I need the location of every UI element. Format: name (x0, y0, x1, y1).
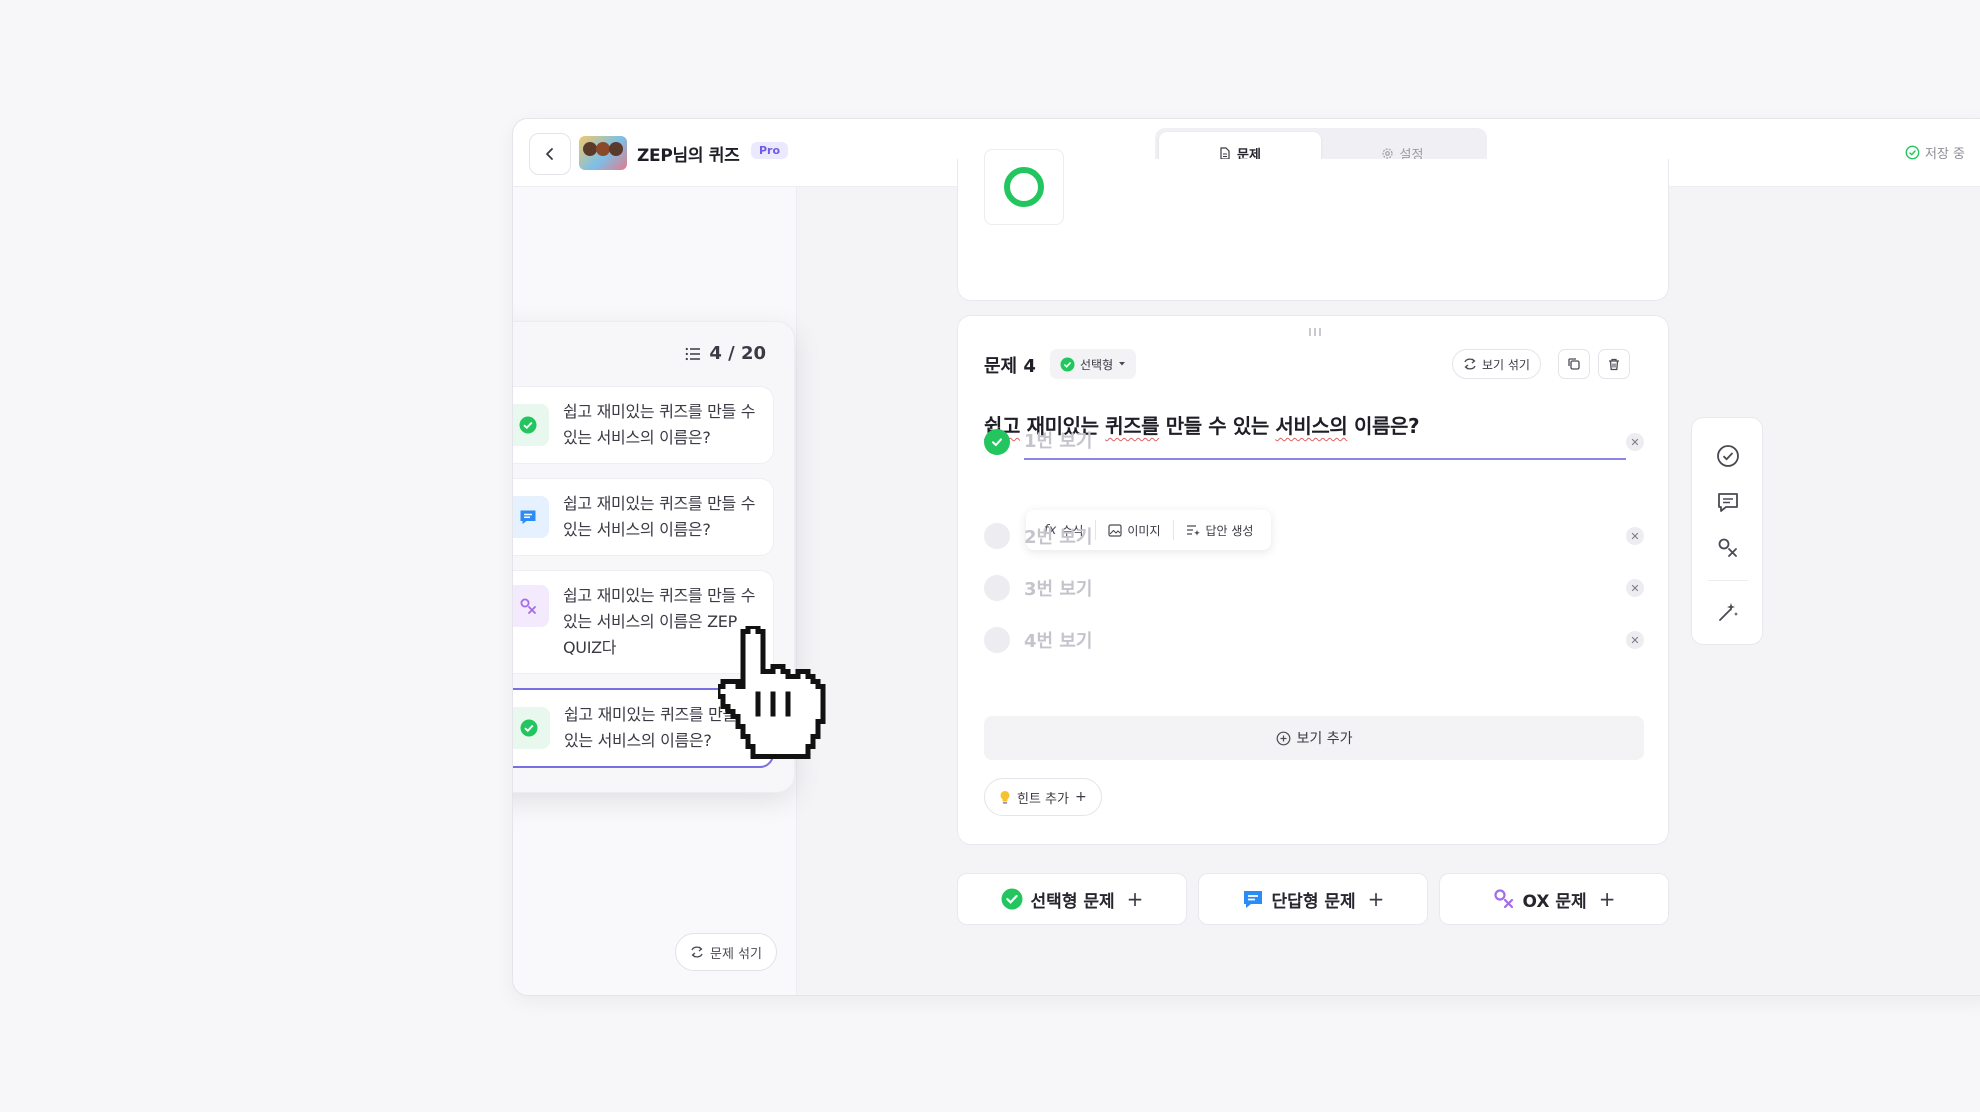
question-count[interactable]: 4 / 20 (685, 343, 766, 364)
shuffle-questions-label: 문제 섞기 (710, 946, 762, 962)
option-label[interactable]: 3번 보기 (1024, 575, 1626, 601)
option-label[interactable]: 4번 보기 (1024, 627, 1626, 653)
check-icon (992, 438, 1002, 447)
plus-circle-icon (1276, 731, 1290, 745)
trash-icon (1609, 358, 1619, 371)
ai-generate-tool[interactable] (1714, 598, 1742, 626)
add-hint-label: 힌트 추가 (1017, 791, 1069, 807)
question-list-text: 쉽고 재미있는 퀴즈를 만들 수 있는 서비스의 이름은? (563, 494, 756, 539)
plus-icon: + (1074, 789, 1087, 805)
add-short-answer-question-button[interactable]: 단답형 문제 + (1198, 873, 1428, 925)
remove-option-button[interactable]: ✕ (1626, 433, 1644, 451)
check-circle-icon (1060, 357, 1075, 371)
save-status-label: 저장 중 (1925, 147, 1966, 162)
quiz-title: ZEP님의 퀴즈 (637, 146, 740, 166)
option-4[interactable]: 4번 보기 ✕ (984, 622, 1644, 658)
correct-toggle[interactable] (984, 523, 1010, 549)
question-editor-card: 문제 4 선택형 보기 섞기 쉽고 재미있는 퀴즈를 만들 수 있는 서비스의 … (957, 315, 1669, 845)
add-choice-question-button[interactable]: 선택형 문제 + (957, 873, 1187, 925)
option-1[interactable]: 1번 보기 ✕ (984, 424, 1644, 460)
ox-type-icon (513, 585, 549, 627)
question-list-item-1[interactable]: 쉽고 재미있는 퀴즈를 만들 수 있는 서비스의 이름은? (513, 386, 774, 464)
add-ox-question-button[interactable]: OX 문제 + (1439, 873, 1669, 925)
pro-badge: Pro (751, 142, 789, 159)
choice-type-tool[interactable] (1714, 442, 1742, 470)
check-circle-icon (520, 719, 538, 737)
option-3[interactable]: 3번 보기 ✕ (984, 570, 1644, 606)
correct-toggle[interactable] (984, 575, 1010, 601)
check-circle-icon (1001, 888, 1023, 910)
question-type-dropdown[interactable]: 선택형 (1050, 349, 1137, 379)
chat-icon (520, 510, 536, 524)
ox-icon (1493, 889, 1513, 909)
remove-option-button[interactable]: ✕ (1626, 579, 1644, 597)
shuffle-questions-button[interactable]: 문제 섞기 (675, 933, 777, 971)
list-icon (686, 347, 701, 360)
choice-type-icon (513, 404, 549, 446)
ox-outline-icon (1718, 538, 1737, 557)
short-answer-type-icon (513, 496, 549, 538)
drag-handle[interactable] (1308, 328, 1322, 336)
option-label[interactable]: 1번 보기 (1024, 424, 1626, 460)
shuffle-options-label: 보기 섞기 (1482, 357, 1530, 372)
shuffle-icon (1464, 358, 1476, 370)
add-option-button[interactable]: 보기 추가 (984, 716, 1644, 760)
delete-button[interactable] (1598, 349, 1630, 379)
ox-type-tool[interactable] (1714, 534, 1742, 562)
add-hint-button[interactable]: 힌트 추가 + (984, 778, 1102, 816)
add-short-answer-label: 단답형 문제 (1271, 891, 1356, 912)
correct-toggle[interactable] (984, 627, 1010, 653)
save-status: 저장 중 (1905, 143, 1965, 162)
check-circle-icon (1905, 145, 1920, 160)
add-ox-label: OX 문제 (1522, 891, 1587, 912)
add-option-label: 보기 추가 (1296, 731, 1353, 747)
duplicate-button[interactable] (1558, 349, 1590, 379)
check-circle-outline-icon (1717, 445, 1739, 467)
quiz-editor-window: ZEP님의 퀴즈 Pro 문제 설정 저장 중 문제 섞기 문제 4 선택형 보… (512, 118, 1980, 996)
lightbulb-icon (1000, 790, 1010, 804)
plus-icon: + (1367, 887, 1385, 911)
remove-option-button[interactable]: ✕ (1626, 527, 1644, 545)
check-circle-icon (519, 416, 537, 434)
magic-wand-icon (1719, 603, 1738, 621)
question-number-label: 문제 4 (984, 356, 1036, 377)
quiz-thumbnail (579, 136, 627, 170)
copy-icon (1568, 358, 1580, 370)
option-label[interactable]: 2번 보기 (1024, 523, 1626, 549)
gear-icon (1381, 147, 1393, 159)
short-answer-type-tool[interactable] (1714, 488, 1742, 516)
question-list-text: 쉽고 재미있는 퀴즈를 만들 수 있는 서비스의 이름은? (563, 402, 756, 447)
divider (1708, 580, 1748, 581)
correct-toggle[interactable] (984, 429, 1010, 455)
remove-option-button[interactable]: ✕ (1626, 631, 1644, 649)
plus-icon: + (1126, 887, 1144, 911)
previous-question-card (957, 149, 1669, 301)
o-answer-tile[interactable] (984, 149, 1064, 225)
chat-outline-icon (1718, 493, 1738, 512)
caret-down-icon (1119, 362, 1126, 366)
question-type-label: 선택형 (1080, 357, 1114, 372)
ox-icon (520, 598, 536, 614)
chat-icon (1243, 891, 1262, 908)
option-2[interactable]: 2번 보기 ✕ (984, 518, 1644, 554)
o-mark-icon (1004, 167, 1044, 207)
shuffle-options-button[interactable]: 보기 섞기 (1452, 349, 1541, 379)
chevron-left-icon (546, 148, 553, 160)
document-icon (1220, 146, 1230, 160)
side-toolbar (1691, 417, 1763, 645)
question-count-value: 4 / 20 (709, 343, 766, 364)
add-choice-label: 선택형 문제 (1030, 891, 1115, 912)
back-button[interactable] (529, 133, 571, 175)
plus-icon: + (1598, 887, 1616, 911)
question-list-item-2[interactable]: 쉽고 재미있는 퀴즈를 만들 수 있는 서비스의 이름은? (513, 478, 774, 556)
hand-pointer-cursor-icon (718, 626, 826, 759)
shuffle-icon (691, 946, 703, 958)
choice-type-icon (513, 707, 550, 749)
